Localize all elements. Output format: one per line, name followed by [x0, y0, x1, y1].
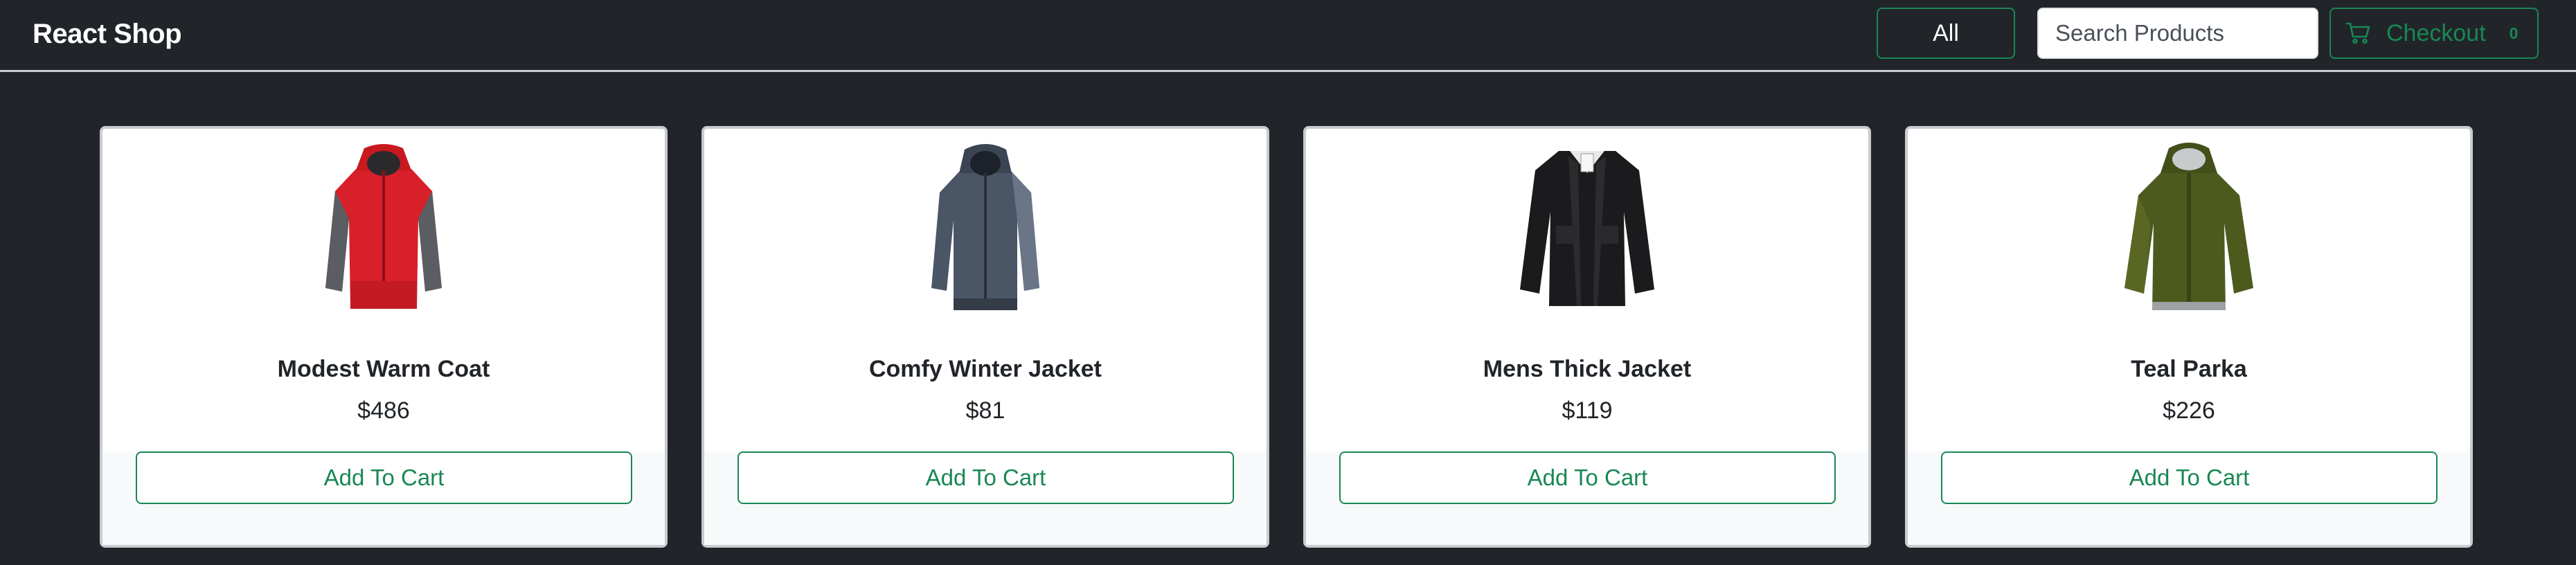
- olive-parka-image: [1908, 143, 2470, 316]
- product-card: Teal Parka $226 Add To Cart: [1905, 126, 2473, 548]
- search-input[interactable]: [2037, 8, 2318, 59]
- product-title: Modest Warm Coat: [277, 356, 490, 382]
- product-title: Teal Parka: [2131, 356, 2247, 382]
- product-card: Comfy Winter Jacket $81 Add To Cart: [701, 126, 1269, 548]
- add-to-cart-button[interactable]: Add To Cart: [737, 451, 1234, 504]
- card-footer: Add To Cart: [1306, 451, 1868, 545]
- add-to-cart-button[interactable]: Add To Cart: [1941, 451, 2438, 504]
- card-footer: Add To Cart: [102, 451, 665, 545]
- product-card: Modest Warm Coat $486 Add To Cart: [100, 126, 668, 548]
- add-to-cart-button[interactable]: Add To Cart: [1339, 451, 1836, 504]
- product-price: $226: [2163, 397, 2215, 424]
- product-title: Comfy Winter Jacket: [868, 356, 1102, 382]
- add-to-cart-button[interactable]: Add To Cart: [136, 451, 632, 504]
- checkout-button[interactable]: Checkout 0: [2329, 8, 2539, 59]
- red-coat-image: [102, 143, 665, 316]
- category-filter-button[interactable]: All: [1877, 8, 2015, 59]
- card-footer: Add To Cart: [1908, 451, 2470, 545]
- product-price: $81: [965, 397, 1005, 424]
- product-card: Mens Thick Jacket $119 Add To Cart: [1303, 126, 1871, 548]
- cart-count-badge: 0: [2509, 24, 2519, 42]
- card-footer: Add To Cart: [704, 451, 1267, 545]
- brand-logo[interactable]: React Shop: [33, 18, 182, 50]
- product-title: Mens Thick Jacket: [1483, 356, 1692, 382]
- product-price: $119: [1562, 397, 1613, 424]
- checkout-label: Checkout: [2386, 19, 2486, 46]
- cart-icon: [2345, 22, 2371, 44]
- product-price: $486: [357, 397, 410, 424]
- black-jacket-image: [1306, 143, 1868, 316]
- navbar: React Shop All Checkout 0: [0, 0, 2576, 72]
- navy-jacket-image: [704, 143, 1267, 316]
